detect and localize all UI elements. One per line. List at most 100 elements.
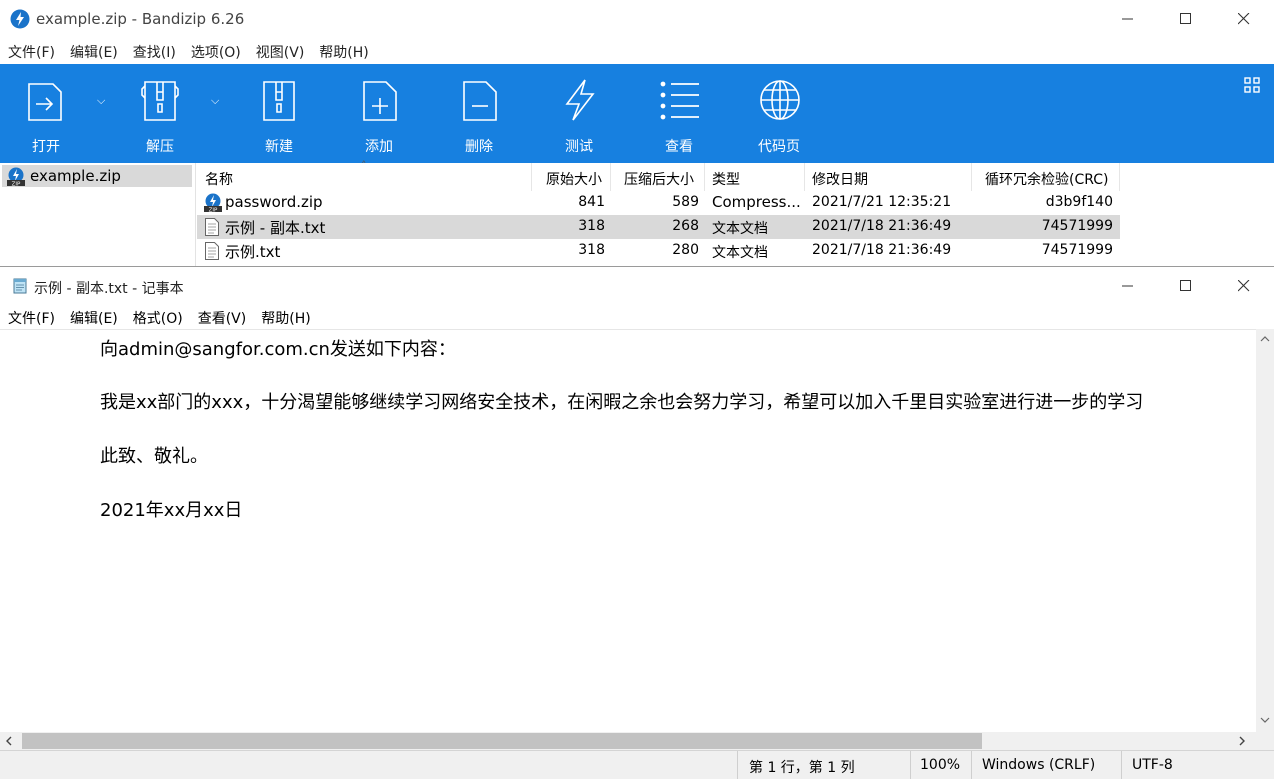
file-compressed-size: 589 <box>672 194 699 210</box>
view-button[interactable]: 查看 <box>639 64 719 163</box>
bandizip-window-title: example.zip - Bandizip 6.26 <box>36 10 245 28</box>
scrollbar-corner <box>1256 732 1274 750</box>
bandizip-titlebar: example.zip - Bandizip 6.26 <box>0 0 1274 38</box>
file-crc: 74571999 <box>1041 218 1113 234</box>
text-line: 我是xx部门的xxx，十分渴望能够继续学习网络安全技术，在闲暇之余也会努力学习，… <box>100 392 1144 413</box>
notepad-menu-view[interactable]: 查看(V) <box>190 305 254 329</box>
file-type: Compress... <box>712 193 801 211</box>
open-dropdown-icon[interactable]: ⌵ <box>97 94 105 108</box>
open-button[interactable]: 打开 <box>6 64 86 163</box>
extract-dropdown-icon[interactable]: ⌵ <box>211 94 219 108</box>
text-editor[interactable]: 向admin@sangfor.com.cn发送如下内容： 我是xx部门的xxx，… <box>0 329 1256 732</box>
test-button[interactable]: 测试 <box>539 64 619 163</box>
status-cursor-position: 第 1 行，第 1 列 <box>737 751 910 779</box>
text-line: 向admin@sangfor.com.cn发送如下内容： <box>100 339 456 360</box>
minimize-icon <box>1122 18 1133 20</box>
notepad-window: 示例 - 副本.txt - 记事本 文件(F) 编辑(E) 格式(O) 查看(V… <box>0 266 1274 779</box>
bandizip-window: example.zip - Bandizip 6.26 文件(F) 编辑(E) … <box>0 0 1274 266</box>
status-zoom: 100% <box>910 751 971 779</box>
notepad-maximize-button[interactable] <box>1157 267 1215 305</box>
text-file-icon <box>205 218 219 236</box>
scroll-up-icon[interactable] <box>1260 335 1270 343</box>
bandizip-app-icon <box>10 9 30 29</box>
notepad-menu-help[interactable]: 帮助(H) <box>253 305 317 329</box>
file-crc: d3b9f140 <box>1045 194 1113 210</box>
test-label: 测试 <box>565 139 593 155</box>
add-label: 添加 <box>365 139 393 155</box>
scroll-down-icon[interactable] <box>1260 716 1270 724</box>
notepad-window-title: 示例 - 副本.txt - 记事本 <box>34 281 184 297</box>
menu-options[interactable]: 选项(O) <box>183 38 248 64</box>
column-header-original-size[interactable]: 原始大小 <box>532 163 611 191</box>
text-file-icon <box>205 242 219 260</box>
menu-find[interactable]: 查找(I) <box>125 38 183 64</box>
horizontal-scrollbar[interactable] <box>0 732 1256 750</box>
column-header-crc[interactable]: 循环冗余检验(CRC) <box>972 163 1120 191</box>
menu-edit[interactable]: 编辑(E) <box>62 38 125 64</box>
zip-archive-icon: ZIP <box>7 167 25 187</box>
maximize-icon <box>1180 13 1191 24</box>
vertical-scrollbar[interactable] <box>1256 329 1274 732</box>
extract-button[interactable]: 解压 <box>120 64 200 163</box>
horizontal-scroll-thumb[interactable] <box>22 733 982 749</box>
add-button[interactable]: 添加 <box>339 64 419 163</box>
scroll-right-icon[interactable] <box>1238 736 1246 746</box>
column-header-type[interactable]: 类型 <box>705 163 805 191</box>
maximize-icon <box>1180 280 1191 291</box>
delete-button[interactable]: 删除 <box>439 64 519 163</box>
scroll-left-icon[interactable] <box>5 736 13 746</box>
file-type: 文本文档 <box>712 245 768 261</box>
file-compressed-size: 280 <box>672 242 699 258</box>
sort-ascending-icon: ˄ <box>361 159 367 172</box>
folder-tree: ZIP example.zip <box>0 163 196 266</box>
notepad-titlebar: 示例 - 副本.txt - 记事本 <box>0 267 1274 305</box>
minimize-button[interactable] <box>1099 0 1157 38</box>
status-bar: 第 1 行，第 1 列 100% Windows (CRLF) UTF-8 <box>0 750 1274 779</box>
column-name-label: 名称 <box>205 172 233 188</box>
notepad-minimize-button[interactable] <box>1099 267 1157 305</box>
text-line: 2021年xx月xx日 <box>100 500 243 521</box>
column-original-size-label: 原始大小 <box>546 172 602 188</box>
file-row[interactable]: ZIP password.zip 841 589 Compress... 202… <box>197 191 1120 215</box>
close-button[interactable] <box>1215 0 1273 38</box>
text-line: 此致、敬礼。 <box>100 446 208 467</box>
close-icon <box>1238 280 1250 292</box>
delete-file-icon <box>463 81 497 121</box>
column-modified-label: 修改日期 <box>812 172 868 188</box>
column-crc-label: 循环冗余检验(CRC) <box>985 172 1109 188</box>
file-modified: 2021/7/18 21:36:49 <box>812 218 952 234</box>
file-name: 示例 - 副本.txt <box>225 219 326 237</box>
maximize-button[interactable] <box>1157 0 1215 38</box>
zip-file-icon: ZIP <box>204 193 222 213</box>
extract-label: 解压 <box>146 139 174 155</box>
open-label: 打开 <box>32 139 60 155</box>
notepad-close-button[interactable] <box>1215 267 1273 305</box>
column-header-compressed-size[interactable]: 压缩后大小 <box>611 163 705 191</box>
file-row[interactable]: 示例.txt 318 280 文本文档 2021/7/18 21:36:49 7… <box>197 239 1120 263</box>
bandizip-toolbar: 打开 ⌵ 解压 ⌵ 新建 添加 删除 测试 查看 代码页 <box>0 64 1274 163</box>
layout-grid-icon[interactable] <box>1244 77 1260 93</box>
codepage-button[interactable]: 代码页 <box>739 64 819 163</box>
file-modified: 2021/7/18 21:36:49 <box>812 242 952 258</box>
column-header-name[interactable]: 名称 ˄ <box>197 159 532 191</box>
menu-file[interactable]: 文件(F) <box>0 38 62 64</box>
tree-node-archive[interactable]: ZIP example.zip <box>2 165 192 187</box>
open-icon <box>28 83 62 121</box>
column-header-modified[interactable]: 修改日期 <box>805 163 972 191</box>
new-archive-button[interactable]: 新建 <box>239 64 319 163</box>
file-compressed-size: 268 <box>672 218 699 234</box>
notepad-menu-file[interactable]: 文件(F) <box>0 305 62 329</box>
file-row[interactable]: 示例 - 副本.txt 318 268 文本文档 2021/7/18 21:36… <box>197 215 1120 239</box>
file-name: 示例.txt <box>225 243 281 261</box>
close-icon <box>1238 13 1250 25</box>
column-compressed-size-label: 压缩后大小 <box>624 172 694 188</box>
menu-view[interactable]: 视图(V) <box>248 38 312 64</box>
notepad-menu-edit[interactable]: 编辑(E) <box>62 305 125 329</box>
file-crc: 74571999 <box>1041 242 1113 258</box>
notepad-menu-format[interactable]: 格式(O) <box>125 305 190 329</box>
file-original-size: 318 <box>578 218 605 234</box>
view-label: 查看 <box>665 139 693 155</box>
new-archive-icon <box>263 81 295 121</box>
list-view-icon <box>660 81 699 120</box>
menu-help[interactable]: 帮助(H) <box>311 38 375 64</box>
